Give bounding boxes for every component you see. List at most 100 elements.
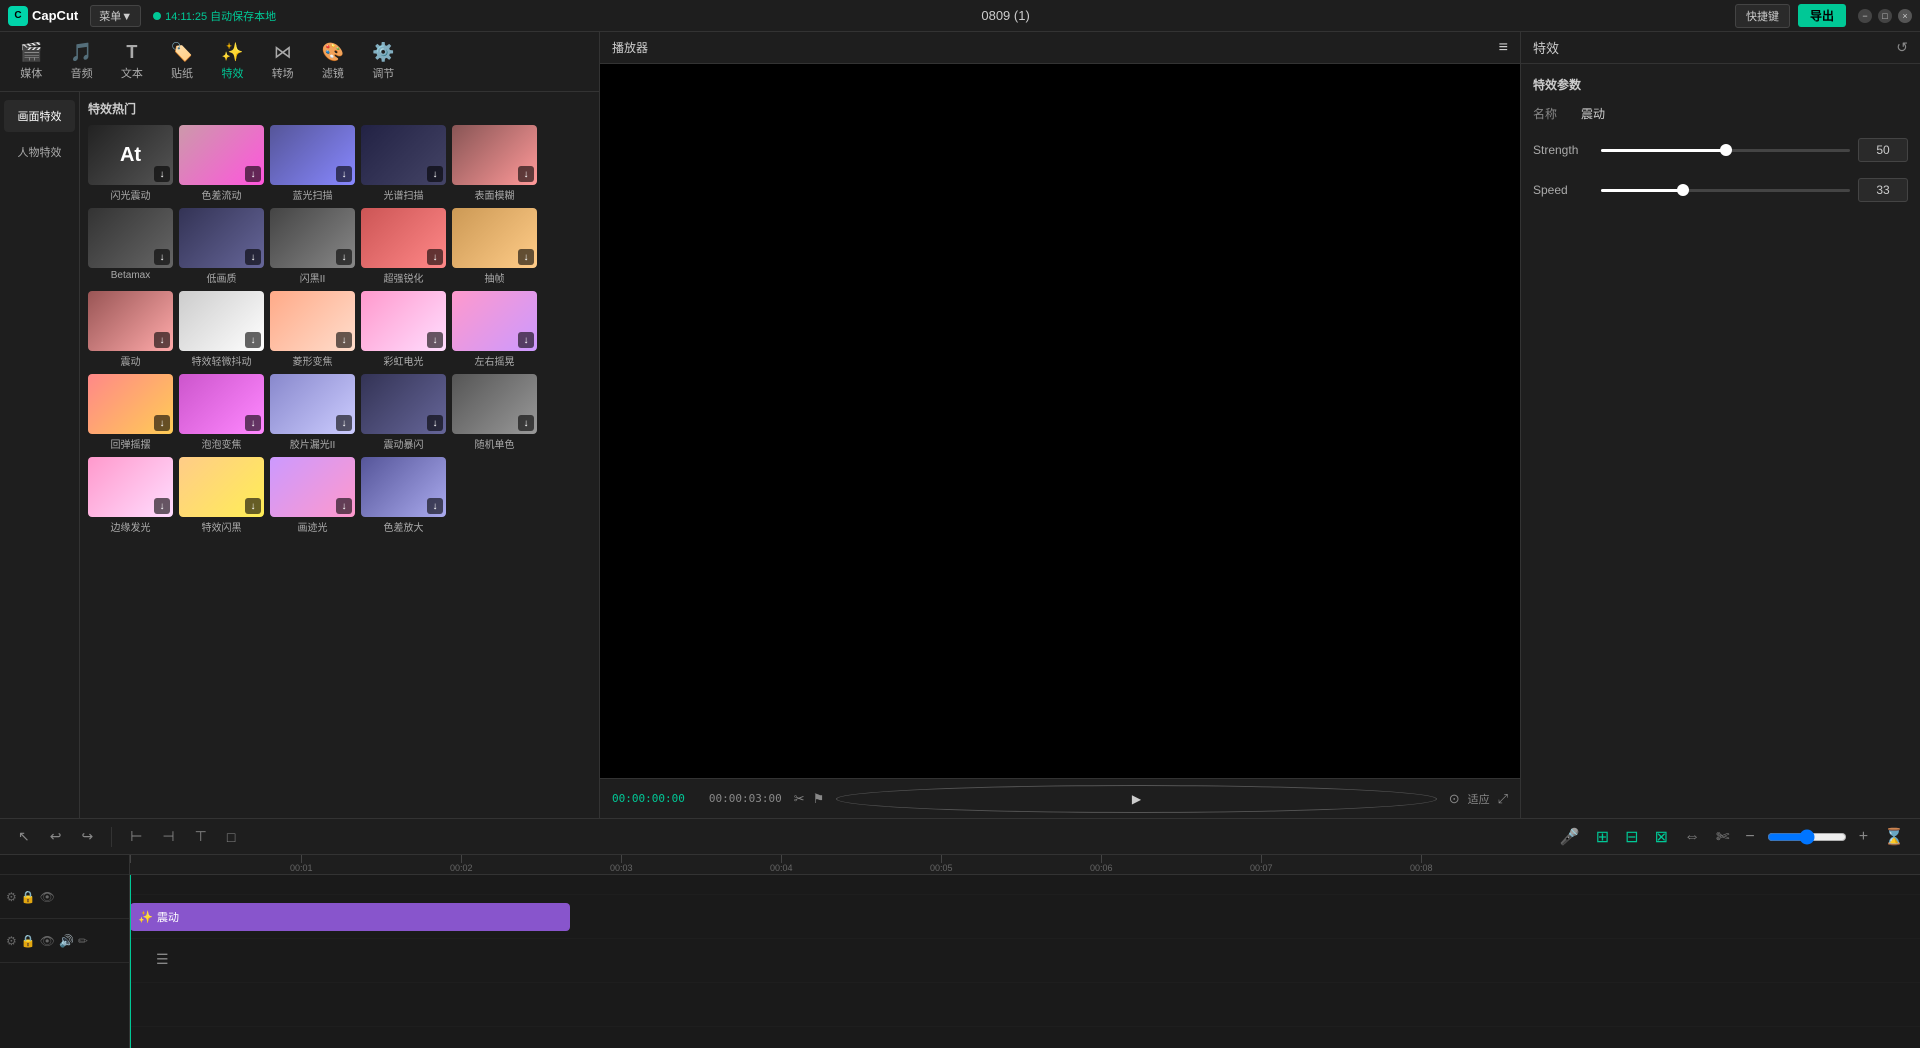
sidebar-item-person[interactable]: 人物特效	[4, 136, 75, 168]
effect-item-2[interactable]: ↓ 色差流动	[179, 125, 264, 202]
maximize-button[interactable]: □	[1878, 9, 1892, 23]
speed-slider-container[interactable]	[1601, 180, 1850, 200]
magnet-icon[interactable]: ⇔	[1680, 826, 1704, 848]
name-label: 名称	[1533, 105, 1573, 122]
split-track-icon[interactable]: ⊞	[1592, 825, 1613, 849]
effect-item-15[interactable]: ↓ 左右摇晃	[452, 291, 537, 368]
preview-menu-icon[interactable]: ≡	[1499, 39, 1508, 57]
effect-item-18[interactable]: ↓ 胶片漏光II	[270, 374, 355, 451]
effect-thumb-16: ↓	[88, 374, 173, 434]
cursor-tool-button[interactable]: ↖	[12, 825, 36, 848]
split-button-3[interactable]: ⊤	[189, 825, 213, 848]
preview-flag-icon[interactable]: ⚑	[813, 791, 825, 807]
effect-name-9: 超强锐化	[361, 270, 446, 285]
effect-thumb-7: ↓	[179, 208, 264, 268]
redo-button[interactable]: ↪	[75, 825, 99, 848]
track-lock-icon-2[interactable]: 🔒	[21, 934, 36, 948]
merge-icon[interactable]: ⊟	[1621, 825, 1642, 849]
tab-media[interactable]: 🎬 媒体	[8, 36, 54, 87]
timeline-ruler[interactable]: 00:01 00:02 00:03 00:04 00:05	[130, 855, 1920, 875]
delete-button[interactable]: □	[221, 826, 241, 848]
reset-button[interactable]: ↺	[1896, 39, 1908, 56]
track-settings-icon[interactable]: ⚙	[6, 890, 17, 904]
effect-item-4[interactable]: ↓ 光谱扫描	[361, 125, 446, 202]
fit-timeline-icon[interactable]: ⌛	[1880, 825, 1908, 849]
track-audio-icon[interactable]: 🔊	[59, 934, 74, 948]
zoom-out-icon[interactable]: −	[1741, 826, 1758, 848]
undo-button[interactable]: ↩	[44, 825, 68, 848]
zoom-slider[interactable]	[1767, 829, 1847, 845]
effect-item-14[interactable]: ↓ 彩虹电光	[361, 291, 446, 368]
timeline-body: ⚙ 🔒 👁 ⚙ 🔒 👁 🔊 ✏ 00:01	[0, 855, 1920, 1048]
effect-item-17[interactable]: ↓ 泡泡变焦	[179, 374, 264, 451]
split-button-2[interactable]: ⊣	[156, 825, 180, 848]
tab-filters[interactable]: 🎨 滤镜	[310, 36, 356, 87]
effect-item-22[interactable]: ↓ 特效闪黑	[179, 457, 264, 534]
effect-item-6[interactable]: ↓ Betamax	[88, 208, 173, 285]
ruler-mark-6: 00:06	[1090, 855, 1113, 874]
preview-expand-icon[interactable]: ⤢	[1498, 791, 1508, 807]
close-button[interactable]: ×	[1898, 9, 1912, 23]
tab-sticker[interactable]: 🏷️ 贴纸	[159, 36, 205, 87]
zoom-in-icon[interactable]: +	[1855, 826, 1872, 848]
effect-item-9[interactable]: ↓ 超强锐化	[361, 208, 446, 285]
cut-icon[interactable]: ✄	[1712, 825, 1733, 849]
left-panel: 🎬 媒体 🎵 音频 T 文本 🏷️ 贴纸 ✨ 特效 ⋈ 转场	[0, 32, 600, 818]
track-lock-icon[interactable]: 🔒	[21, 890, 36, 904]
effect-thumb-5: ↓	[452, 125, 537, 185]
speed-param-row: Speed 33	[1533, 178, 1908, 202]
effect-item-8[interactable]: ↓ 闪黑II	[270, 208, 355, 285]
effects-icon: ✨	[221, 42, 243, 63]
preview-time-total: 00:00:03:00	[709, 792, 782, 805]
save-status: 14:11:25 自动保存本地	[153, 8, 276, 24]
minimize-button[interactable]: −	[1858, 9, 1872, 23]
effect-item-13[interactable]: ↓ 菱形变焦	[270, 291, 355, 368]
effect-clip[interactable]: ✨ 震动	[130, 903, 570, 931]
effect-name-6: Betamax	[88, 270, 173, 281]
effect-item-1[interactable]: At ↓ 闪光震动	[88, 125, 173, 202]
track-visible-icon[interactable]: 👁	[40, 890, 55, 904]
effect-item-21[interactable]: ↓ 边缘发光	[88, 457, 173, 534]
effect-item-24[interactable]: ↓ 色差放大	[361, 457, 446, 534]
effect-item-3[interactable]: ↓ 蓝光扫描	[270, 125, 355, 202]
logo-icon: C	[8, 6, 28, 26]
effect-item-5[interactable]: ↓ 表面模糊	[452, 125, 537, 202]
split-button-1[interactable]: ⊢	[124, 825, 148, 848]
menu-button[interactable]: 菜单▼	[90, 5, 141, 27]
strength-slider-container[interactable]	[1601, 140, 1850, 160]
strength-slider-thumb[interactable]	[1720, 144, 1732, 156]
effect-item-12[interactable]: ↓ 特效轻微抖动	[179, 291, 264, 368]
effect-item-11[interactable]: ↓ 震动	[88, 291, 173, 368]
effect-item-23[interactable]: ↓ 画迹光	[270, 457, 355, 534]
preview-scissors-icon[interactable]: ✂	[794, 791, 805, 807]
effect-item-19[interactable]: ↓ 震动暴闪	[361, 374, 446, 451]
export-button[interactable]: 导出	[1798, 4, 1846, 27]
transitions-icon: ⋈	[274, 42, 292, 63]
add-track-icon[interactable]: ☰	[156, 951, 169, 968]
effect-name-14: 彩虹电光	[361, 353, 446, 368]
effect-name-10: 抽帧	[452, 270, 537, 285]
speed-slider-thumb[interactable]	[1677, 184, 1689, 196]
preview-fit-icon[interactable]: 适应	[1468, 791, 1490, 807]
tab-audio[interactable]: 🎵 音频	[58, 36, 104, 87]
shortcut-button[interactable]: 快捷键	[1735, 4, 1790, 28]
playhead[interactable]	[130, 875, 131, 1048]
tab-text[interactable]: T 文本	[109, 36, 155, 87]
tab-effects[interactable]: ✨ 特效	[209, 36, 255, 87]
effect-item-16[interactable]: ↓ 回弹摇摆	[88, 374, 173, 451]
microphone-icon[interactable]: 🎤	[1556, 825, 1584, 849]
preview-fullscreen-icon[interactable]: ⊙	[1449, 791, 1460, 807]
track-edit-icon[interactable]: ✏	[78, 934, 88, 948]
effect-item-10[interactable]: ↓ 抽帧	[452, 208, 537, 285]
track-settings-icon-2[interactable]: ⚙	[6, 934, 17, 948]
track-link-icon[interactable]: ⊠	[1651, 825, 1672, 849]
tab-adjust[interactable]: ⚙️ 调节	[360, 36, 406, 87]
tab-filters-label: 滤镜	[322, 65, 344, 81]
download-icon-13: ↓	[336, 332, 352, 348]
effect-item-20[interactable]: ↓ 随机单色	[452, 374, 537, 451]
effect-item-7[interactable]: ↓ 低画质	[179, 208, 264, 285]
play-button[interactable]: ▶	[836, 785, 1436, 813]
sidebar-item-scene[interactable]: 画面特效	[4, 100, 75, 132]
track-visible-icon-2[interactable]: 👁	[40, 934, 55, 948]
tab-transitions[interactable]: ⋈ 转场	[260, 36, 306, 87]
